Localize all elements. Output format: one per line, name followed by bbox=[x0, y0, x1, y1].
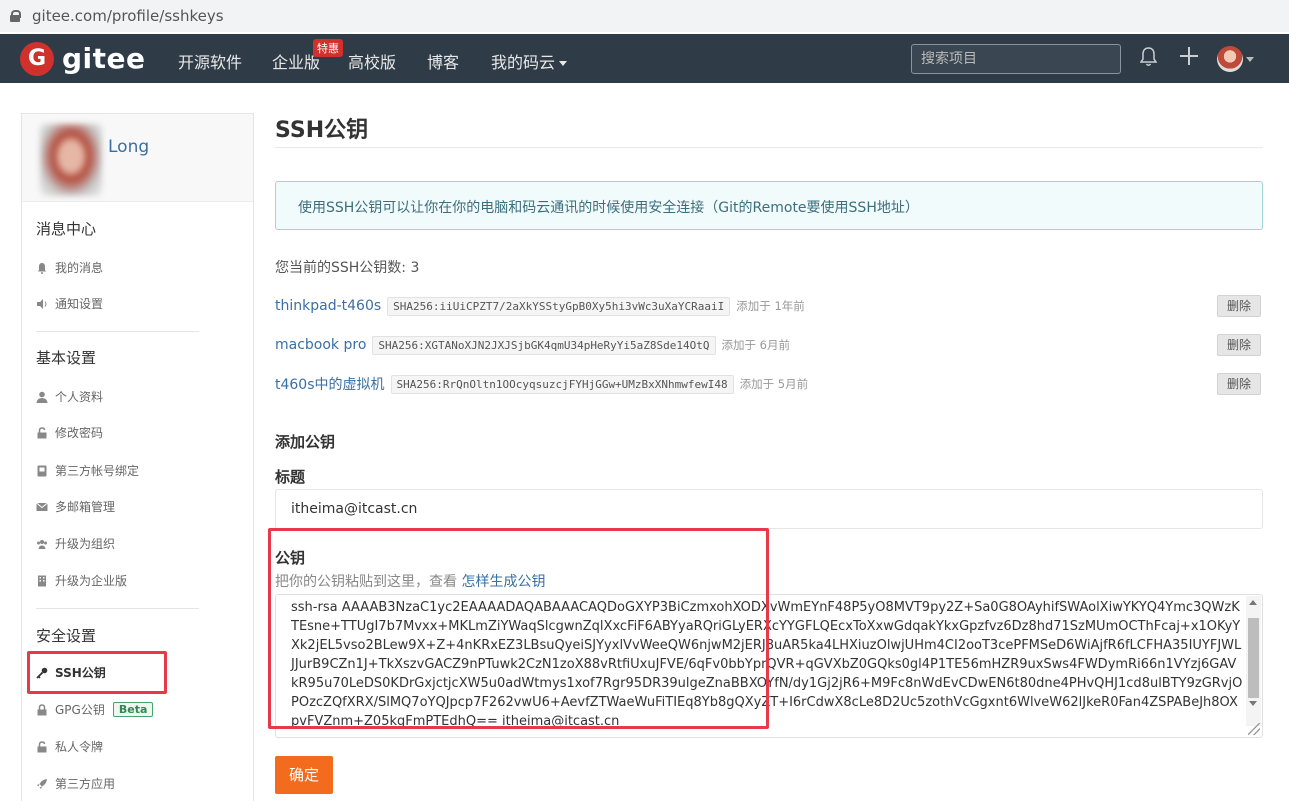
scroll-up-icon[interactable] bbox=[1249, 600, 1257, 605]
nav-my-gitee-label: 我的码云 bbox=[491, 53, 556, 72]
lock-icon bbox=[10, 10, 21, 22]
sidebar-item-label: 个人资料 bbox=[55, 390, 104, 404]
sidebar-item-notification-settings[interactable]: 通知设置 bbox=[36, 295, 103, 312]
bell-icon[interactable] bbox=[1140, 47, 1157, 67]
sidebar-item-label: 多邮箱管理 bbox=[55, 500, 116, 514]
hot-badge: 特惠 bbox=[313, 39, 343, 57]
title-label: 标题 bbox=[275, 468, 306, 486]
sidebar-item-email-management[interactable]: 多邮箱管理 bbox=[36, 498, 115, 515]
section-title-messages: 消息中心 bbox=[36, 220, 97, 238]
title-divider bbox=[275, 147, 1263, 148]
delete-key-button[interactable]: 删除 bbox=[1217, 295, 1261, 317]
nav-university[interactable]: 高校版 bbox=[348, 49, 396, 73]
user-avatar[interactable] bbox=[1217, 46, 1243, 72]
settings-sidebar: Long bbox=[21, 113, 254, 801]
chevron-down-icon bbox=[559, 61, 568, 66]
profile-avatar bbox=[40, 124, 102, 196]
user-icon bbox=[36, 391, 48, 403]
bell-icon bbox=[38, 262, 46, 274]
users-icon bbox=[37, 539, 47, 549]
ssh-key-name[interactable]: t460s中的虚拟机 bbox=[275, 374, 385, 394]
sidebar-item-label: 升级为企业版 bbox=[55, 574, 128, 588]
ssh-key-fingerprint: SHA256:RrQnOltn1OOcyqsuzcjFYHjGGw+UMzBxX… bbox=[390, 374, 734, 394]
speaker-icon bbox=[37, 298, 47, 309]
sidebar-item-personal-tokens[interactable]: 私人令牌 bbox=[36, 738, 103, 755]
sidebar-item-label: 第三方应用 bbox=[55, 777, 116, 791]
page-title: SSH公钥 bbox=[275, 118, 369, 143]
sidebar-item-label: 私人令牌 bbox=[55, 740, 104, 754]
scroll-down-icon[interactable] bbox=[1249, 701, 1257, 706]
sidebar-item-upgrade-enterprise[interactable]: 升级为企业版 bbox=[36, 572, 127, 589]
ssh-key-added: 添加于 5月前 bbox=[739, 377, 809, 391]
building-icon bbox=[38, 575, 46, 586]
unlock-icon bbox=[37, 426, 47, 438]
sidebar-divider bbox=[36, 608, 199, 609]
gitee-logo[interactable]: G gitee bbox=[20, 41, 146, 76]
delete-key-button[interactable]: 删除 bbox=[1217, 373, 1261, 395]
unlock-icon bbox=[37, 740, 47, 752]
beta-badge: Beta bbox=[112, 702, 154, 717]
nav-open-source[interactable]: 开源软件 bbox=[178, 49, 242, 73]
sidebar-item-label: 我的消息 bbox=[55, 261, 104, 275]
profile-card: Long bbox=[22, 114, 253, 202]
ssh-key-name[interactable]: macbook pro bbox=[275, 337, 366, 353]
ssh-key-row: thinkpad-t460s SHA256:iiUiCPZT7/2aXkYSSt… bbox=[275, 295, 1263, 317]
delete-key-button[interactable]: 删除 bbox=[1217, 334, 1261, 356]
id-card-icon bbox=[37, 465, 47, 476]
envelope-icon bbox=[36, 502, 48, 511]
gitee-logo-text: gitee bbox=[62, 42, 146, 75]
ssh-key-fingerprint: SHA256:XGTANoXJN2JXJSjbGK4qmU34pHeRyYi5a… bbox=[372, 335, 716, 355]
highlight-box-key bbox=[268, 528, 769, 729]
plus-icon[interactable] bbox=[1179, 46, 1199, 66]
ssh-key-count: 您当前的SSH公钥数: 3 bbox=[275, 260, 420, 276]
scrollbar-thumb[interactable] bbox=[1248, 618, 1259, 698]
add-key-heading: 添加公钥 bbox=[275, 433, 336, 451]
sidebar-item-upgrade-organization[interactable]: 升级为组织 bbox=[36, 535, 115, 552]
top-nav: G gitee 开源软件 企业版 特惠 高校版 博客 我的码云 搜索项目 bbox=[0, 34, 1289, 83]
sidebar-item-change-password[interactable]: 修改密码 bbox=[36, 424, 103, 441]
sidebar-item-label: 通知设置 bbox=[55, 297, 104, 311]
info-alert: 使用SSH公钥可以让你在你的电脑和码云通讯的时候使用安全连接（Git的Remot… bbox=[275, 181, 1263, 230]
highlight-box-sidebar bbox=[27, 651, 167, 694]
confirm-button[interactable]: 确定 bbox=[275, 756, 333, 794]
search-input[interactable]: 搜索项目 bbox=[911, 44, 1121, 74]
key-title-input[interactable]: itheima@itcast.cn bbox=[275, 489, 1263, 529]
browser-url-bar[interactable]: gitee.com/profile/sshkeys bbox=[0, 0, 1289, 32]
sidebar-item-label: 修改密码 bbox=[55, 426, 104, 440]
nav-blog[interactable]: 博客 bbox=[427, 49, 459, 73]
section-title-security: 安全设置 bbox=[36, 627, 97, 645]
ssh-key-fingerprint: SHA256:iiUiCPZT7/2aXkYSStyGpB0Xy5hi3vWc3… bbox=[387, 296, 731, 316]
rocket-icon bbox=[37, 778, 47, 789]
nav-my-gitee[interactable]: 我的码云 bbox=[491, 49, 568, 73]
ssh-key-added: 添加于 6月前 bbox=[721, 338, 791, 352]
sidebar-item-gpg-keys[interactable]: GPG公钥 Beta bbox=[36, 701, 154, 718]
sidebar-item-label: 升级为组织 bbox=[55, 537, 116, 551]
ssh-key-name[interactable]: thinkpad-t460s bbox=[275, 298, 381, 314]
avatar-chevron-down-icon[interactable] bbox=[1246, 57, 1254, 62]
sidebar-item-profile[interactable]: 个人资料 bbox=[36, 388, 103, 405]
ssh-key-row: t460s中的虚拟机 SHA256:RrQnOltn1OOcyqsuzcjFYH… bbox=[275, 373, 1263, 395]
section-title-basic: 基本设置 bbox=[36, 349, 97, 367]
sidebar-item-label: 第三方帐号绑定 bbox=[55, 464, 140, 478]
sidebar-item-my-messages[interactable]: 我的消息 bbox=[36, 259, 103, 276]
ssh-key-added: 添加于 1年前 bbox=[736, 299, 805, 313]
ssh-key-row: macbook pro SHA256:XGTANoXJN2JXJSjbGK4qm… bbox=[275, 334, 1263, 356]
info-alert-text: 使用SSH公钥可以让你在你的电脑和码云通讯的时候使用安全连接（Git的Remot… bbox=[298, 200, 919, 216]
profile-username[interactable]: Long bbox=[108, 137, 149, 157]
sidebar-item-third-party-apps[interactable]: 第三方应用 bbox=[36, 775, 115, 792]
sidebar-item-third-party-binding[interactable]: 第三方帐号绑定 bbox=[36, 462, 139, 479]
resize-handle-icon[interactable] bbox=[1248, 723, 1260, 735]
url-text[interactable]: gitee.com/profile/sshkeys bbox=[32, 7, 224, 25]
sidebar-item-label: GPG公钥 bbox=[55, 703, 105, 717]
gitee-logo-icon: G bbox=[20, 41, 54, 76]
sidebar-divider bbox=[36, 331, 199, 332]
lock-icon bbox=[37, 703, 47, 715]
textarea-scrollbar[interactable] bbox=[1246, 596, 1261, 726]
